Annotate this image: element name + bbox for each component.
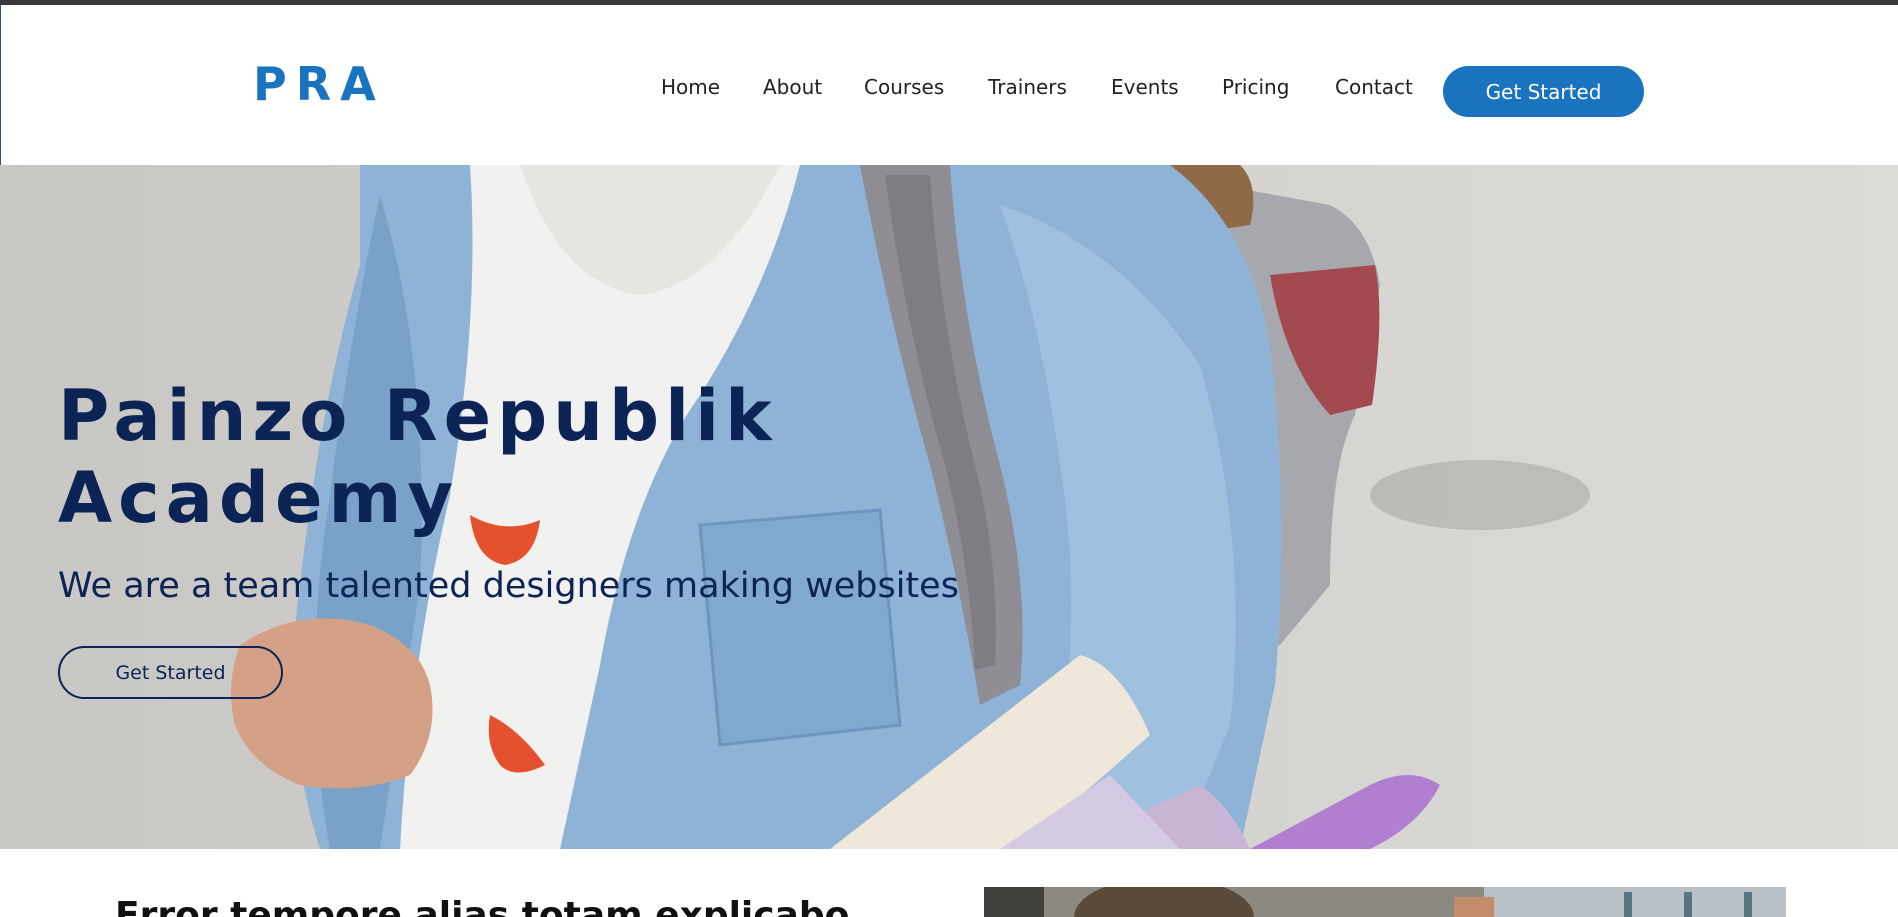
hero-title: Painzo Republik Academy <box>58 375 778 539</box>
nav-pricing[interactable]: Pricing <box>1222 77 1289 97</box>
hero-title-line-1: Painzo Republik <box>58 375 778 457</box>
hero-section: Painzo Republik Academy We are a team ta… <box>0 165 1898 849</box>
logo[interactable]: PRA <box>253 61 385 107</box>
about-image <box>984 887 1786 917</box>
hero-subtitle: We are a team talented designers making … <box>58 566 959 606</box>
about-title: Error tempore alias totam explicabo <box>115 895 850 917</box>
site-header: PRA Home About Courses Trainers Events P… <box>0 5 1898 165</box>
about-section: Error tempore alias totam explicabo <box>0 849 1898 917</box>
nav-about[interactable]: About <box>763 77 822 97</box>
hero-get-started-button[interactable]: Get Started <box>58 646 283 699</box>
about-image-art <box>984 887 1786 917</box>
nav-trainers[interactable]: Trainers <box>988 77 1067 97</box>
header-get-started-button[interactable]: Get Started <box>1443 66 1644 117</box>
nav-contact[interactable]: Contact <box>1335 77 1413 97</box>
nav-home[interactable]: Home <box>661 77 720 97</box>
hero-title-line-2: Academy <box>58 457 460 539</box>
nav-events[interactable]: Events <box>1111 77 1179 97</box>
nav-courses[interactable]: Courses <box>864 77 944 97</box>
